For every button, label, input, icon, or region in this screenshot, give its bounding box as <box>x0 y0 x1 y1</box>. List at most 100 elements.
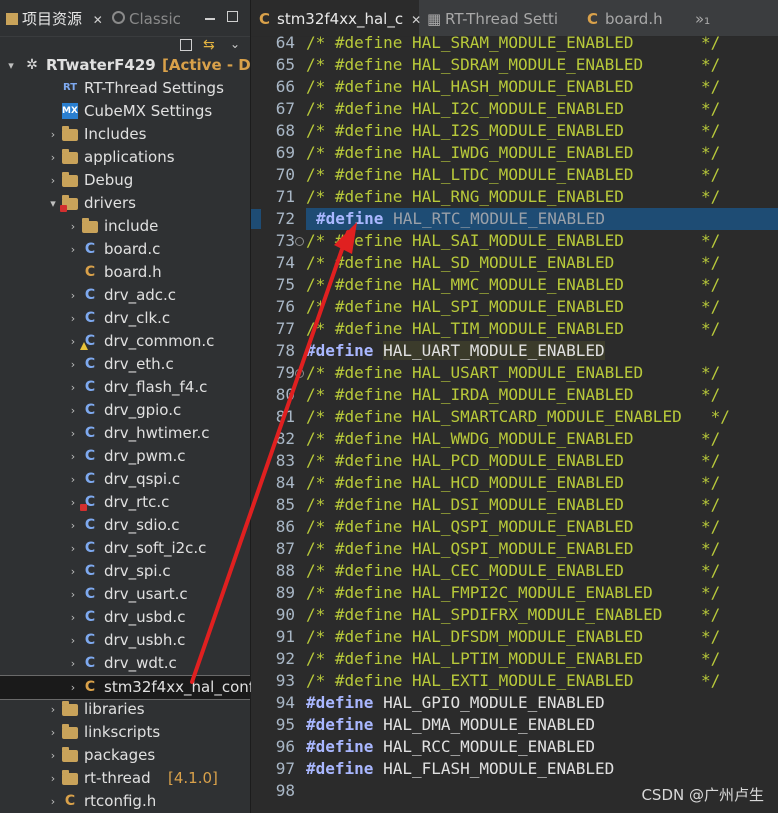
tree-item[interactable]: › Cdrv_spi.c <box>0 560 250 583</box>
tree-item[interactable]: MX CubeMX Settings <box>0 100 250 123</box>
chevron-right-icon[interactable]: › <box>48 721 58 744</box>
tree-item[interactable]: Cboard.h <box>0 261 250 284</box>
chevron-right-icon[interactable]: › <box>68 468 78 491</box>
code-line[interactable]: 87 /* #define HAL_QSPI_MODULE_ENABLED */ <box>251 538 778 560</box>
chevron-right-icon[interactable]: › <box>68 537 78 560</box>
code-line[interactable]: 74 /* #define HAL_SD_MODULE_ENABLED */ <box>251 252 778 274</box>
tree-item[interactable]: › Cdrv_gpio.c <box>0 399 250 422</box>
collapse-all-icon[interactable] <box>180 39 192 51</box>
tree-item[interactable]: › Cstm32f4xx_hal_conf.h <box>0 675 267 700</box>
chevron-right-icon[interactable]: › <box>68 399 78 422</box>
chevron-right-icon[interactable]: › <box>68 514 78 537</box>
code-line[interactable]: 80 /* #define HAL_IRDA_MODULE_ENABLED */ <box>251 384 778 406</box>
tree-item[interactable]: › Cdrv_qspi.c <box>0 468 250 491</box>
chevron-down-icon[interactable]: ▾ <box>48 192 58 215</box>
chevron-right-icon[interactable]: › <box>48 169 58 192</box>
code-line[interactable]: 82 /* #define HAL_WWDG_MODULE_ENABLED */ <box>251 428 778 450</box>
code-line[interactable]: 77 /* #define HAL_TIM_MODULE_ENABLED */ <box>251 318 778 340</box>
link-editor-icon[interactable]: ⇆ <box>203 37 215 53</box>
tree-item[interactable]: › include <box>0 215 250 238</box>
editor-tab[interactable]: Cboard.h <box>579 0 687 36</box>
chevron-right-icon[interactable]: › <box>68 330 78 353</box>
chevron-right-icon[interactable]: › <box>68 583 78 606</box>
fold-icon[interactable] <box>295 237 304 246</box>
chevron-right-icon[interactable]: › <box>68 422 78 445</box>
chevron-right-icon[interactable]: › <box>48 744 58 767</box>
chevron-right-icon[interactable]: › <box>48 146 58 169</box>
tree-item[interactable]: › Cdrv_usart.c <box>0 583 250 606</box>
chevron-right-icon[interactable]: › <box>48 698 58 721</box>
tree-item[interactable]: › Debug <box>0 169 250 192</box>
tree-item[interactable]: › Cdrv_rtc.c <box>0 491 250 514</box>
code-line[interactable]: 89 /* #define HAL_FMPI2C_MODULE_ENABLED *… <box>251 582 778 604</box>
code-line[interactable]: 86 /* #define HAL_QSPI_MODULE_ENABLED */ <box>251 516 778 538</box>
chevron-right-icon[interactable]: › <box>68 284 78 307</box>
chevron-right-icon[interactable]: › <box>48 790 58 813</box>
tree-item[interactable]: › Cdrv_usbh.c <box>0 629 250 652</box>
editor-tab[interactable]: »₁ <box>687 0 735 36</box>
code-line[interactable]: 68 /* #define HAL_I2S_MODULE_ENABLED */ <box>251 120 778 142</box>
code-line[interactable]: 97 #define HAL_FLASH_MODULE_ENABLED <box>251 758 778 780</box>
code-line[interactable]: 95 #define HAL_DMA_MODULE_ENABLED <box>251 714 778 736</box>
chevron-right-icon[interactable]: › <box>68 676 78 699</box>
code-line[interactable]: 76 /* #define HAL_SPI_MODULE_ENABLED */ <box>251 296 778 318</box>
chevron-right-icon[interactable]: › <box>48 767 58 790</box>
tree-item[interactable]: › Cdrv_pwm.c <box>0 445 250 468</box>
code-line[interactable]: 73 /* #define HAL_SAI_MODULE_ENABLED */ <box>251 230 778 252</box>
close-icon[interactable]: ✕ <box>93 13 103 27</box>
tree-item[interactable]: ▾ ✲ RTwaterF429 [Active - De <box>0 54 261 77</box>
chevron-right-icon[interactable]: › <box>68 353 78 376</box>
code-line[interactable]: 84 /* #define HAL_HCD_MODULE_ENABLED */ <box>251 472 778 494</box>
tree-item[interactable]: RT RT-Thread Settings <box>0 77 250 100</box>
tree-item[interactable]: › linkscripts <box>0 721 250 744</box>
code-line[interactable]: 75 /* #define HAL_MMC_MODULE_ENABLED */ <box>251 274 778 296</box>
code-line[interactable]: 72 #define HAL_RTC_MODULE_ENABLED <box>251 208 778 230</box>
minimize-icon[interactable] <box>205 18 215 20</box>
chevron-right-icon[interactable]: › <box>48 123 58 146</box>
code-line[interactable]: 91 /* #define HAL_DFSDM_MODULE_ENABLED */ <box>251 626 778 648</box>
tree-item[interactable]: › Cdrv_common.c <box>0 330 250 353</box>
tree-item[interactable]: › applications <box>0 146 250 169</box>
code-line[interactable]: 79 /* #define HAL_USART_MODULE_ENABLED */ <box>251 362 778 384</box>
code-line[interactable]: 65 /* #define HAL_SDRAM_MODULE_ENABLED */ <box>251 54 778 76</box>
tree-item[interactable]: › Cdrv_wdt.c <box>0 652 250 675</box>
code-line[interactable]: 69 /* #define HAL_IWDG_MODULE_ENABLED */ <box>251 142 778 164</box>
tree-item[interactable]: › Includes <box>0 123 250 146</box>
tab-project-resources[interactable]: 项目资源 ✕ <box>6 6 103 32</box>
code-line[interactable]: 94 #define HAL_GPIO_MODULE_ENABLED <box>251 692 778 714</box>
chevron-right-icon[interactable]: › <box>68 606 78 629</box>
tree-item[interactable]: › Cdrv_sdio.c <box>0 514 250 537</box>
chevron-right-icon[interactable]: › <box>68 307 78 330</box>
code-line[interactable]: 81 /* #define HAL_SMARTCARD_MODULE_ENABLE… <box>251 406 778 428</box>
code-line[interactable]: 66 /* #define HAL_HASH_MODULE_ENABLED */ <box>251 76 778 98</box>
editor-tab[interactable]: Cstm32f4xx_hal_c ✕ <box>251 0 421 36</box>
maximize-icon[interactable] <box>227 11 238 22</box>
chevron-right-icon[interactable]: › <box>68 445 78 468</box>
chevron-right-icon[interactable]: › <box>68 238 78 261</box>
code-line[interactable]: 96 #define HAL_RCC_MODULE_ENABLED <box>251 736 778 758</box>
chevron-right-icon[interactable]: › <box>68 629 78 652</box>
chevron-right-icon[interactable]: › <box>68 652 78 675</box>
tree-item[interactable]: › Crtconfig.h <box>0 790 250 813</box>
tree-item[interactable]: › Cboard.c <box>0 238 250 261</box>
code-line[interactable]: 70 /* #define HAL_LTDC_MODULE_ENABLED */ <box>251 164 778 186</box>
code-line[interactable]: 88 /* #define HAL_CEC_MODULE_ENABLED */ <box>251 560 778 582</box>
code-line[interactable]: 71 /* #define HAL_RNG_MODULE_ENABLED */ <box>251 186 778 208</box>
chevron-right-icon[interactable]: › <box>68 376 78 399</box>
tree-item[interactable]: › rt-thread [4.1.0] <box>0 767 250 790</box>
tree-item[interactable]: › Cdrv_clk.c <box>0 307 250 330</box>
code-line[interactable]: 67 /* #define HAL_I2C_MODULE_ENABLED */ <box>251 98 778 120</box>
code-line[interactable]: 83 /* #define HAL_PCD_MODULE_ENABLED */ <box>251 450 778 472</box>
tree-item[interactable]: › Cdrv_flash_f4.c <box>0 376 250 399</box>
chevron-right-icon[interactable]: › <box>68 560 78 583</box>
tree-item[interactable]: ▾ drivers <box>0 192 250 215</box>
code-line[interactable]: 85 /* #define HAL_DSI_MODULE_ENABLED */ <box>251 494 778 516</box>
tree-item[interactable]: › Cdrv_soft_i2c.c <box>0 537 250 560</box>
view-menu-icon[interactable]: ⌄ <box>230 37 240 51</box>
code-line[interactable]: 90 /* #define HAL_SPDIFRX_MODULE_ENABLED … <box>251 604 778 626</box>
code-line[interactable]: 64 /* #define HAL_SRAM_MODULE_ENABLED */ <box>251 32 778 54</box>
code-line[interactable]: 93 /* #define HAL_EXTI_MODULE_ENABLED */ <box>251 670 778 692</box>
fold-icon[interactable] <box>295 369 304 378</box>
tree-item[interactable]: › Cdrv_hwtimer.c <box>0 422 250 445</box>
code-line[interactable]: 92 /* #define HAL_LPTIM_MODULE_ENABLED */ <box>251 648 778 670</box>
